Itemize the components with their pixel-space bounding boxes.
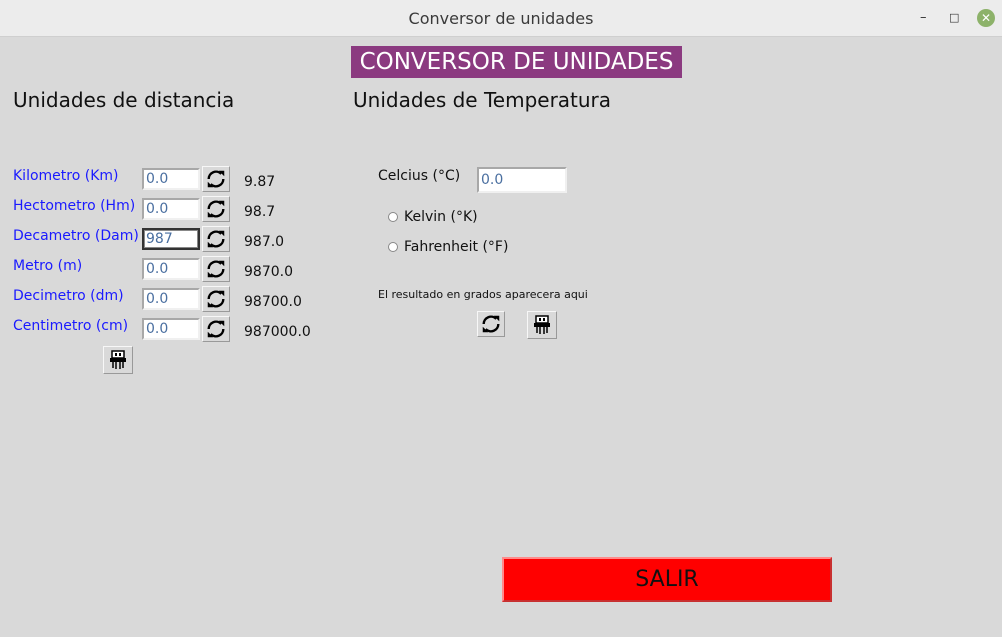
unit-label-hm: Hectometro (Hm) — [13, 198, 136, 214]
m-input[interactable] — [142, 258, 200, 280]
clear-distance-button[interactable] — [103, 346, 133, 374]
window-titlebar: Conversor de unidades – □ ✕ — [0, 0, 1002, 37]
dm-result: 98700.0 — [244, 294, 302, 310]
dam-input[interactable] — [142, 228, 200, 250]
cm-result: 987000.0 — [244, 324, 311, 340]
unit-label-dm: Decimetro (dm) — [13, 288, 124, 304]
clear-temperature-button[interactable] — [527, 311, 557, 339]
maximize-icon[interactable]: □ — [949, 10, 959, 26]
exit-button[interactable]: SALIR — [502, 557, 832, 602]
refresh-icon — [207, 170, 225, 188]
unit-label-km: Kilometro (Km) — [13, 168, 119, 184]
convert-km-button[interactable] — [202, 166, 230, 192]
km-input[interactable] — [142, 168, 200, 190]
convert-temperature-button[interactable] — [477, 311, 505, 337]
hm-result: 98.7 — [244, 204, 276, 220]
distance-section-title: Unidades de distancia — [13, 88, 235, 112]
broom-icon — [110, 350, 126, 369]
cm-input[interactable] — [142, 318, 200, 340]
convert-hm-button[interactable] — [202, 196, 230, 222]
app-title: CONVERSOR DE UNIDADES — [351, 46, 682, 78]
hm-input[interactable] — [142, 198, 200, 220]
refresh-icon — [207, 260, 225, 278]
minimize-icon[interactable]: – — [920, 10, 927, 26]
fahrenheit-label: Fahrenheit (°F) — [404, 239, 509, 255]
refresh-icon — [207, 200, 225, 218]
broom-icon — [534, 315, 550, 334]
close-icon[interactable]: ✕ — [977, 9, 995, 27]
dm-input[interactable] — [142, 288, 200, 310]
window-title: Conversor de unidades — [408, 9, 594, 28]
convert-m-button[interactable] — [202, 256, 230, 282]
km-result: 9.87 — [244, 174, 276, 190]
convert-cm-button[interactable] — [202, 316, 230, 342]
temperature-result-text: El resultado en grados aparecera aqui — [378, 288, 588, 301]
refresh-icon — [207, 290, 225, 308]
dam-result: 987.0 — [244, 234, 285, 250]
kelvin-label: Kelvin (°K) — [404, 209, 478, 225]
refresh-icon — [207, 320, 225, 338]
celcius-input[interactable] — [477, 167, 567, 193]
unit-label-m: Metro (m) — [13, 258, 83, 274]
kelvin-radio[interactable] — [388, 212, 398, 222]
convert-dam-button[interactable] — [202, 226, 230, 252]
unit-label-dam: Decametro (Dam) — [13, 228, 139, 244]
refresh-icon — [482, 315, 500, 333]
celcius-label: Celcius (°C) — [378, 168, 461, 184]
fahrenheit-radio[interactable] — [388, 242, 398, 252]
convert-dm-button[interactable] — [202, 286, 230, 312]
m-result: 9870.0 — [244, 264, 293, 280]
refresh-icon — [207, 230, 225, 248]
unit-label-cm: Centimetro (cm) — [13, 318, 129, 334]
temperature-section-title: Unidades de Temperatura — [353, 88, 612, 112]
